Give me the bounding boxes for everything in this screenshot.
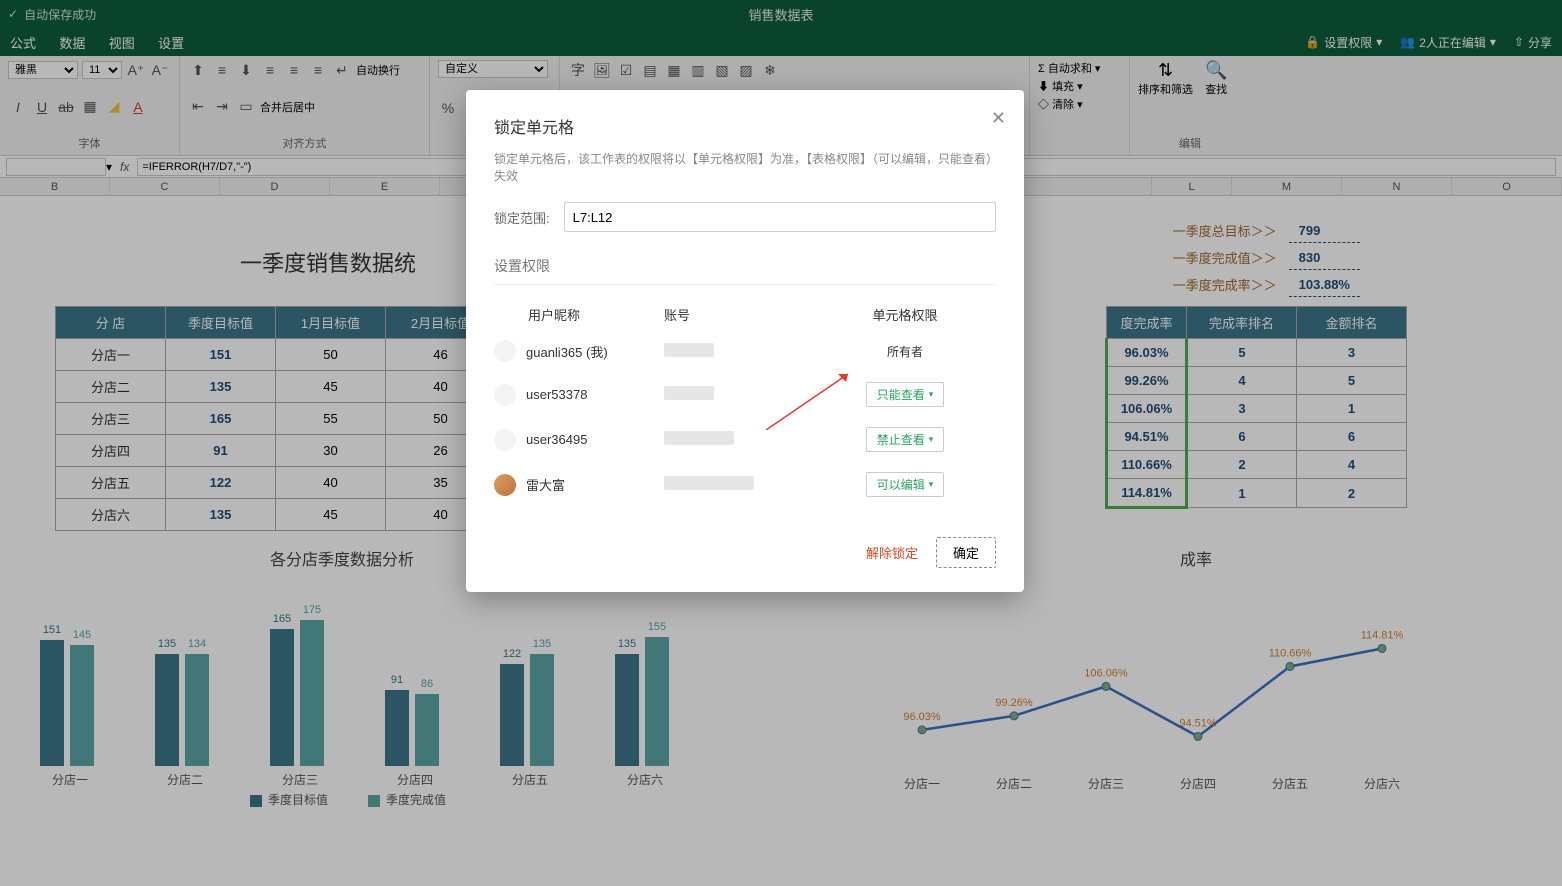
avatar <box>494 340 516 362</box>
range-label: 锁定范围: <box>494 208 550 227</box>
permission-row: 雷大富 可以编辑 ▾ <box>494 462 996 507</box>
account-redacted <box>664 476 754 490</box>
user-name: user36495 <box>526 432 587 447</box>
close-icon[interactable]: ✕ <box>991 108 1006 129</box>
permissions-header: 用户昵称 账号 单元格权限 <box>494 299 996 330</box>
permission-select[interactable]: 只能查看 ▾ <box>866 382 945 407</box>
avatar <box>494 384 516 406</box>
unlock-button[interactable]: 解除锁定 <box>866 543 918 562</box>
caret-down-icon: ▾ <box>929 434 934 445</box>
permission-row: user53378 只能查看 ▾ <box>494 372 996 417</box>
account-redacted <box>664 431 734 445</box>
modal-title: 锁定单元格 <box>494 114 996 138</box>
permission-select[interactable]: 禁止查看 ▾ <box>866 427 945 452</box>
ok-button[interactable]: 确定 <box>936 537 996 568</box>
permission-select[interactable]: 可以编辑 ▾ <box>866 472 945 497</box>
permissions-section-title: 设置权限 <box>494 256 996 285</box>
lock-cells-modal: 锁定单元格 ✕ 锁定单元格后，该工作表的权限将以【单元格权限】为准，【表格权限】… <box>466 90 1024 592</box>
permission-row: user36495 禁止查看 ▾ <box>494 417 996 462</box>
permission-row: guanli365 (我) 所有者 <box>494 330 996 372</box>
user-name: 雷大富 <box>526 475 565 494</box>
caret-down-icon: ▾ <box>929 389 934 400</box>
user-name: user53378 <box>526 387 587 402</box>
avatar <box>494 474 516 496</box>
modal-description: 锁定单元格后，该工作表的权限将以【单元格权限】为准，【表格权限】（可以编辑，只能… <box>494 150 996 184</box>
avatar <box>494 429 516 451</box>
account-redacted <box>664 386 714 400</box>
range-input[interactable] <box>564 202 996 232</box>
caret-down-icon: ▾ <box>929 479 934 490</box>
account-redacted <box>664 343 714 357</box>
user-name: guanli365 (我) <box>526 342 608 361</box>
owner-label: 所有者 <box>887 345 923 359</box>
